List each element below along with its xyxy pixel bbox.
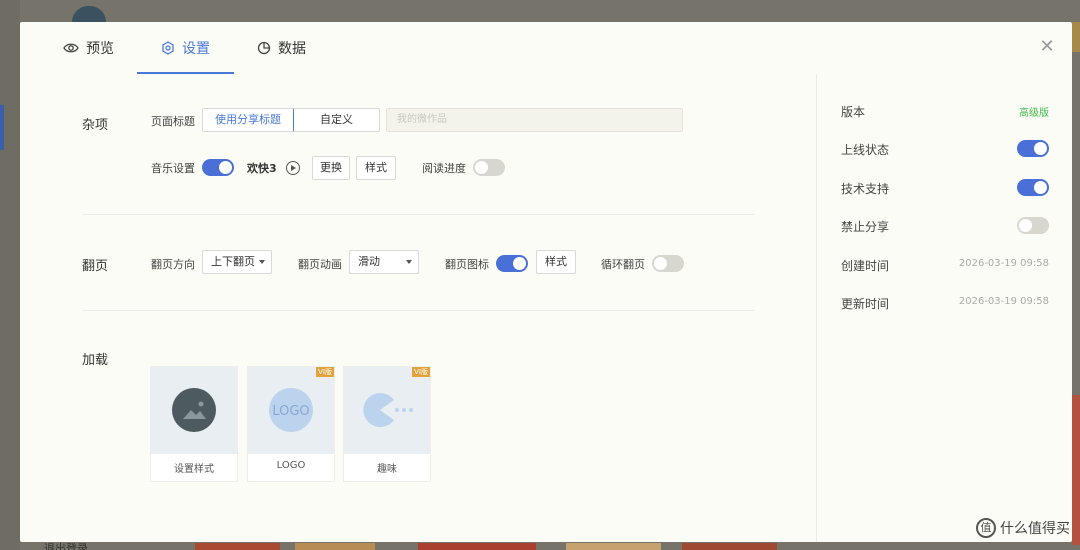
loading-thumbnail [151, 367, 237, 454]
disable-share-label: 禁止分享 [841, 220, 890, 234]
use-share-title-option[interactable]: 使用分享标题 [203, 109, 294, 131]
background-thumbnail [566, 543, 661, 550]
section-title-misc: 杂项 [82, 118, 109, 133]
page-title-label: 页面标题 [151, 115, 195, 128]
loading-style-card-default[interactable]: 设置样式 [150, 366, 238, 482]
disable-share-toggle[interactable] [1017, 217, 1049, 234]
updated-time-row: 更新时间 2026-03-19 09:58 [841, 293, 1049, 313]
watermark: 值 什么值得买 [976, 518, 1070, 538]
section-divider [82, 310, 754, 311]
replace-music-button[interactable]: 更换 [312, 156, 350, 180]
background-active-tab [0, 105, 4, 150]
loop-paging-label: 循环翻页 [601, 258, 645, 271]
page-direction-value: 上下翻页 [211, 255, 255, 268]
page-icon-label: 翻页图标 [445, 258, 489, 271]
version-row: 版本 高级版 [841, 101, 1049, 121]
loading-style-card-fun[interactable]: VI版 趣味 [343, 366, 431, 482]
section-title-paging: 翻页 [82, 259, 109, 274]
online-status-row: 上线状态 [841, 139, 1049, 159]
tab-label: 数据 [278, 41, 306, 57]
background-thumbnail [1072, 395, 1080, 545]
page-icon-toggle[interactable] [496, 255, 528, 272]
loading-thumbnail [344, 367, 430, 454]
page-direction-label: 翻页方向 [151, 258, 195, 271]
created-time-label: 创建时间 [841, 259, 890, 273]
created-time-row: 创建时间 2026-03-19 09:58 [841, 255, 1049, 275]
logo-placeholder-icon: LOGO [269, 388, 313, 432]
vi-badge: VI版 [412, 367, 430, 377]
music-name: 欢快3 [247, 162, 277, 175]
loading-style-card-logo[interactable]: LOGO VI版 LOGO [247, 366, 335, 482]
tab-label: 设置 [182, 41, 210, 57]
image-icon [172, 388, 216, 432]
watermark-icon: 值 [976, 518, 996, 538]
play-icon[interactable] [286, 161, 300, 175]
music-toggle[interactable] [202, 159, 234, 176]
settings-panel: 杂项 页面标题 使用分享标题 自定义 我的微作品 音乐设置 欢快3 更换 样式 … [20, 74, 816, 542]
vi-badge: VI版 [316, 367, 334, 377]
title-input[interactable]: 我的微作品 [386, 108, 683, 132]
background-thumbnail [295, 543, 375, 550]
page-animation-label: 翻页动画 [298, 258, 342, 271]
page-animation-select[interactable]: 滑动 [349, 250, 419, 274]
page-animation-value: 滑动 [358, 255, 380, 268]
loop-paging-toggle[interactable] [652, 255, 684, 272]
loading-thumbnail: LOGO [248, 367, 334, 454]
tech-support-toggle[interactable] [1017, 179, 1049, 196]
updated-time-label: 更新时间 [841, 297, 890, 311]
section-title-loading: 加载 [82, 353, 109, 368]
caret-down-icon [259, 260, 265, 264]
custom-title-option[interactable]: 自定义 [294, 109, 379, 131]
page-title-segmented-control: 使用分享标题 自定义 [202, 108, 380, 132]
settings-modal: 预览 设置 数据 ✕ 杂项 页面标题 使用分享标题 自定义 我的微作品 音乐设置… [20, 22, 1072, 542]
created-time-value: 2026-03-19 09:58 [958, 258, 1049, 269]
background-thumbnail [418, 543, 536, 550]
page-icon-style-button[interactable]: 样式 [536, 250, 576, 274]
eye-icon [63, 43, 79, 53]
version-value: 高级版 [1019, 108, 1049, 119]
reading-progress-toggle[interactable] [473, 159, 505, 176]
reading-progress-label: 阅读进度 [422, 162, 466, 175]
card-label: 趣味 [377, 464, 397, 475]
disable-share-row: 禁止分享 [841, 216, 1049, 236]
watermark-text: 什么值得买 [1000, 521, 1070, 537]
background-thumbnail [195, 543, 280, 550]
tab-bar: 预览 设置 数据 [20, 22, 816, 74]
music-style-button[interactable]: 样式 [356, 156, 396, 180]
tab-settings[interactable]: 设置 [161, 22, 210, 74]
caret-down-icon [406, 260, 412, 264]
card-label: LOGO [276, 460, 306, 471]
updated-time-value: 2026-03-19 09:58 [958, 296, 1049, 307]
version-label: 版本 [841, 105, 866, 119]
pie-chart-icon [257, 41, 271, 55]
gear-icon [162, 41, 174, 55]
tab-preview[interactable]: 预览 [63, 22, 114, 74]
online-status-label: 上线状态 [841, 143, 890, 157]
logo-text: LOGO [272, 404, 309, 419]
card-label: 设置样式 [174, 464, 214, 475]
page-direction-select[interactable]: 上下翻页 [202, 250, 272, 274]
background-sidebar [0, 0, 20, 550]
tech-support-row: 技术支持 [841, 178, 1049, 198]
pacman-icon [363, 393, 413, 427]
music-label: 音乐设置 [151, 162, 195, 175]
section-divider [82, 214, 754, 215]
tab-label: 预览 [86, 41, 114, 57]
tab-data[interactable]: 数据 [257, 22, 306, 74]
background-logo [72, 6, 106, 22]
background-thumbnail [1072, 22, 1080, 52]
close-icon[interactable]: ✕ [1038, 38, 1056, 56]
info-side-panel: 版本 高级版 上线状态 技术支持 禁止分享 创建时间 2026-03-19 09… [816, 74, 1072, 542]
tech-support-label: 技术支持 [841, 182, 890, 196]
online-status-toggle[interactable] [1017, 140, 1049, 157]
background-thumbnail [682, 543, 777, 550]
